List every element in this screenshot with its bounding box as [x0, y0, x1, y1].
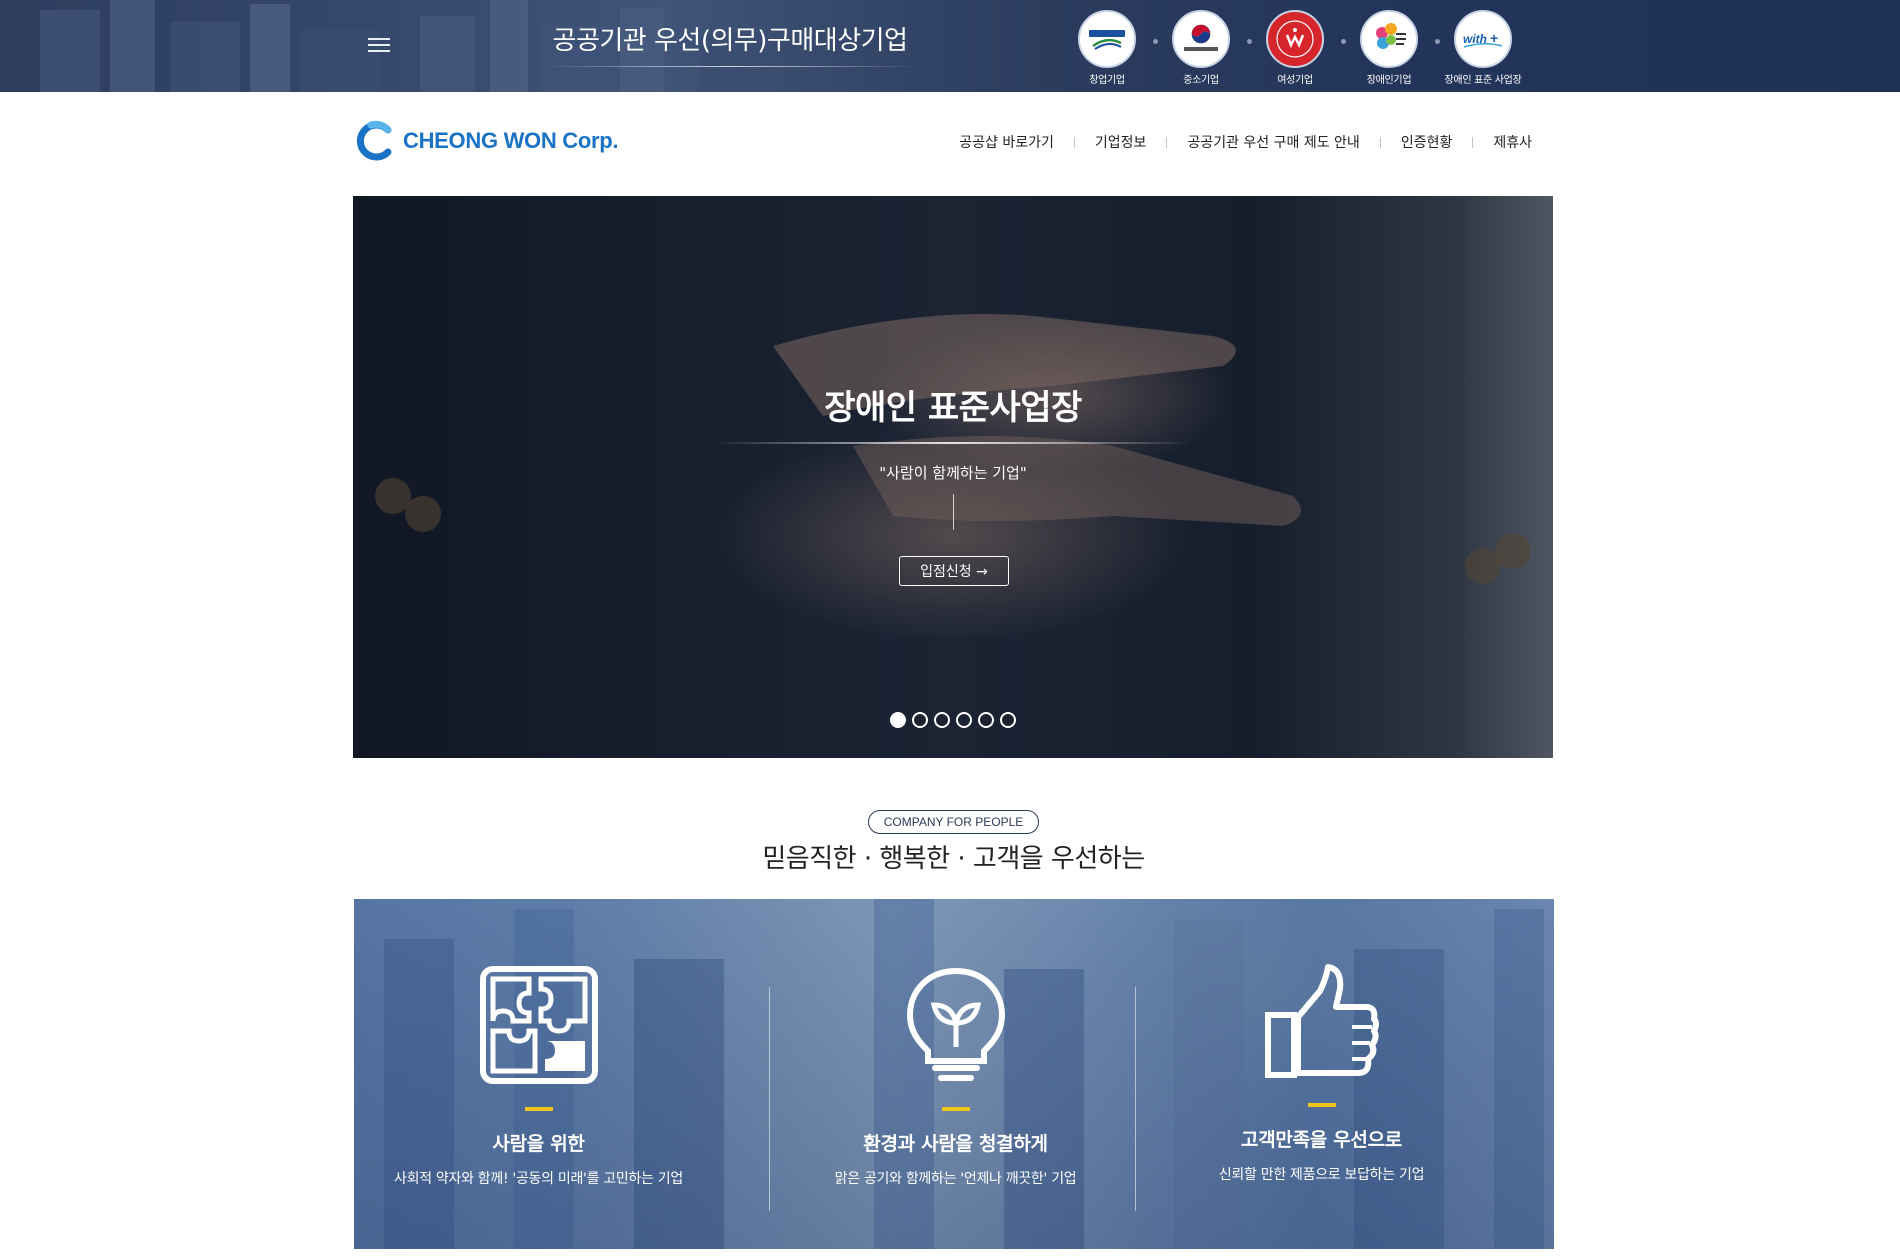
top-banner: 공공기관 우선(의무)구매대상기업 창업기업 중소기업 여성기업 장애인기업 w… [0, 0, 1900, 92]
cert-with-plus[interactable]: with + 장애인 표준 사업장 [1436, 10, 1530, 86]
banner-title: 공공기관 우선(의무)구매대상기업 [552, 26, 908, 56]
hero-slider: 장애인 표준사업장 "사람이 함께하는 기업" 입점신청 → [353, 196, 1553, 758]
company-logo[interactable]: CHEONG WON Corp. [355, 119, 619, 163]
cert-disabled-enterprise[interactable]: 장애인기업 [1342, 10, 1440, 86]
feature-title: 고객만족을 우선으로 [1241, 1129, 1402, 1151]
feature-title: 사람을 위한 [492, 1133, 585, 1155]
cert-label: 중소기업 [1183, 75, 1219, 86]
site-header: CHEONG WON Corp. 공공샵 바로가기 기업정보 공공기관 우선 구… [0, 92, 1900, 196]
feature-divider [1135, 987, 1136, 1211]
nav-priority-purchase-guide[interactable]: 공공기관 우선 구매 제도 안내 [1187, 132, 1359, 152]
slide-dot-3[interactable] [934, 712, 950, 728]
feature-divider [769, 987, 770, 1211]
disabled-enterprise-badge-icon [1360, 10, 1418, 68]
feature-customer-first: 고객만족을 우선으로 신뢰할 만한 제품으로 보답하는 기업 [1138, 899, 1505, 1249]
nav-company-info[interactable]: 기업정보 [1095, 132, 1147, 152]
feature-title: 환경과 사람을 청결하게 [863, 1133, 1048, 1155]
feature-description: 신뢰할 만한 제품으로 보답하는 기업 [1218, 1167, 1425, 1183]
cert-label: 여성기업 [1277, 75, 1313, 86]
sme-badge-icon [1172, 10, 1230, 68]
slide-dot-2[interactable] [912, 712, 928, 728]
cert-startup[interactable]: 창업기업 [1060, 10, 1158, 86]
cert-label: 장애인 표준 사업장 [1444, 75, 1522, 86]
feature-accent-bar [941, 1107, 970, 1111]
banner-underline [540, 66, 920, 67]
thumbs-up-icon [1264, 964, 1379, 1078]
cert-label: 장애인기업 [1366, 75, 1412, 86]
nav-public-shop[interactable]: 공공샵 바로가기 [959, 132, 1054, 152]
feature-description: 맑은 공기와 함께하는 '언제나 깨끗한' 기업 [834, 1171, 1077, 1187]
certification-list: 창업기업 중소기업 여성기업 장애인기업 with + 장애인 표준 사업장 [1060, 10, 1530, 86]
startup-company-badge-icon [1078, 10, 1136, 68]
feature-clean-environment: 환경과 사람을 청결하게 맑은 공기와 함께하는 '언제나 깨끗한' 기업 [772, 899, 1139, 1249]
apply-button[interactable]: 입점신청 → [899, 556, 1009, 586]
features-panel: 사람을 위한 사회적 약자와 함께! '공동의 미래'를 고민하는 기업 환경과… [354, 899, 1554, 1249]
slider-pagination [353, 712, 1553, 728]
slide-dot-1[interactable] [890, 712, 906, 728]
lightbulb-sprout-icon [906, 967, 1005, 1081]
slide-dot-6[interactable] [1000, 712, 1016, 728]
puzzle-icon [479, 966, 598, 1084]
logo-text: CHEONG WON Corp. [403, 128, 619, 153]
with-plus-badge-icon: with + [1454, 10, 1512, 68]
feature-accent-bar [1307, 1103, 1336, 1107]
hero-subtitle: "사람이 함께하는 기업" [879, 464, 1027, 482]
main-nav: 공공샵 바로가기 기업정보 공공기관 우선 구매 제도 안내 인증현황 제휴사 [959, 132, 1532, 152]
cert-sme[interactable]: 중소기업 [1154, 10, 1252, 86]
feature-for-people: 사람을 위한 사회적 약자와 함께! '공동의 미래'를 고민하는 기업 [355, 899, 722, 1249]
nav-certifications[interactable]: 인증현황 [1401, 132, 1453, 152]
nav-partners[interactable]: 제휴사 [1493, 132, 1532, 152]
slide-dot-4[interactable] [956, 712, 972, 728]
section-tag: COMPANY FOR PEOPLE [868, 810, 1039, 834]
nav-divider [1379, 136, 1381, 148]
hero-vertical-line [953, 494, 954, 530]
feature-description: 사회적 약자와 함께! '공동의 미래'를 고민하는 기업 [394, 1171, 683, 1187]
nav-divider [1073, 136, 1075, 148]
hero-title: 장애인 표준사업장 [824, 388, 1082, 428]
section-headline: 믿음직한 · 행복한 · 고객을 우선하는 [762, 844, 1145, 874]
cert-women[interactable]: 여성기업 [1248, 10, 1346, 86]
slide-dot-5[interactable] [978, 712, 994, 728]
feature-accent-bar [524, 1107, 553, 1111]
hero-divider [713, 442, 1193, 444]
nav-divider [1472, 136, 1474, 148]
cert-label: 창업기업 [1089, 75, 1125, 86]
nav-divider [1166, 136, 1168, 148]
menu-icon[interactable] [368, 38, 390, 54]
logo-c-icon [356, 120, 392, 161]
women-enterprise-badge-icon [1266, 10, 1324, 68]
